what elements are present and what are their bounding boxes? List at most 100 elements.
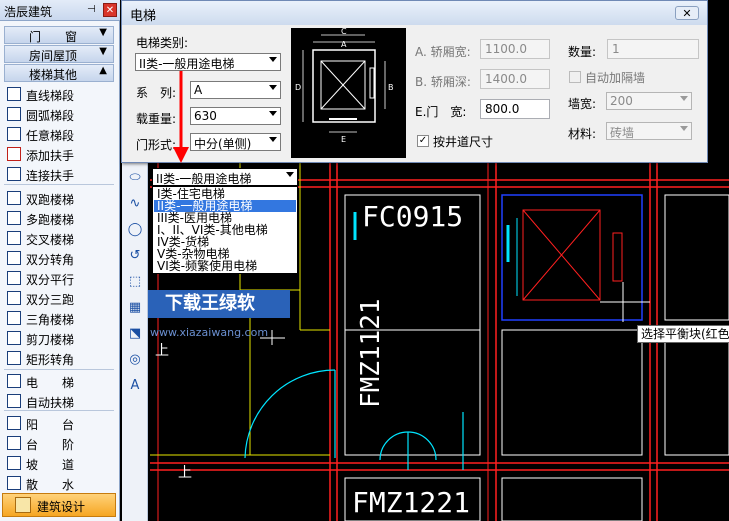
by-shaft-label: 按井道尺寸 — [433, 135, 494, 149]
load-select[interactable]: 630 — [190, 107, 281, 125]
palette-item-items_c-0[interactable]: 电 梯 — [4, 372, 116, 391]
folder-icon — [15, 497, 31, 513]
car-width-input[interactable]: 1100.0 — [480, 39, 550, 59]
select-value: 630 — [194, 109, 217, 123]
category-stairs-other[interactable]: 楼梯其他 ▲ — [4, 64, 114, 82]
input-value: 1 — [612, 42, 620, 56]
tool-icon — [7, 271, 21, 285]
elevator-preview: A C D B E — [291, 28, 406, 158]
select-value: II类-一般用途电梯 — [139, 57, 235, 71]
canvas-tooltip: 选择平衡块(红色) — [637, 325, 729, 343]
palette-item-items_b-5[interactable]: 双分三跑 — [4, 289, 116, 308]
palette-item-items_b-6[interactable]: 三角楼梯 — [4, 309, 116, 328]
auto-wall-label: 自动加隔墙 — [585, 71, 646, 85]
palette-item-label: 交叉楼梯 — [26, 233, 75, 247]
select-value: A — [194, 83, 203, 97]
divider — [4, 184, 114, 185]
tool-icon — [7, 311, 21, 325]
draw-tool-0-icon[interactable]: ⬭ — [127, 170, 143, 186]
draw-tool-1-icon[interactable]: ∿ — [127, 196, 143, 212]
tool-icon — [7, 436, 21, 450]
palette-item-items_d-1[interactable]: 台 阶 — [4, 434, 116, 453]
palette-item-items_b-8[interactable]: 矩形转角 — [4, 349, 116, 368]
elevator-dialog: 电梯 ✕ 电梯类别: II类-一般用途电梯 系 列: A 载重量: 630 门形… — [121, 0, 708, 163]
draw-tool-6-icon[interactable]: ⬔ — [127, 326, 143, 342]
palette-item-label: 双跑楼梯 — [26, 193, 75, 207]
wall-width-select[interactable]: 200 — [606, 92, 692, 110]
car-width-label: A. 轿厢宽: — [415, 45, 471, 59]
watermark: 下载王绿软 — [130, 290, 290, 318]
elevator-type-select[interactable]: II类-一般用途电梯 — [135, 53, 281, 71]
quantity-stepper[interactable]: 1 — [607, 39, 699, 59]
dialog-titlebar[interactable]: 电梯 ✕ — [122, 1, 707, 25]
palette-item-items_a-3[interactable]: 添加扶手 — [4, 145, 116, 164]
category-rooms-roofs[interactable]: 房间屋顶 ▼ — [4, 45, 114, 63]
preview-label-d: D — [295, 83, 301, 92]
chevron-down-icon — [269, 85, 277, 90]
palette-item-items_b-1[interactable]: 多跑楼梯 — [4, 209, 116, 228]
tool-icon — [7, 251, 21, 265]
palette-item-items_a-0[interactable]: 直线梯段 — [4, 85, 116, 104]
palette-item-label: 双分三跑 — [26, 293, 75, 307]
chevron-down-icon — [680, 126, 688, 131]
category-doors-windows[interactable]: 门 窗 ▼ — [4, 26, 114, 44]
palette-item-items_d-2[interactable]: 坡 道 — [4, 454, 116, 473]
draw-tool-2-icon[interactable]: ◯ — [127, 222, 143, 238]
series-select[interactable]: A — [190, 81, 281, 99]
by-shaft-checkbox[interactable]: ✓ — [417, 135, 429, 147]
chevron-down-icon — [269, 111, 277, 116]
tool-icon — [7, 416, 21, 430]
door-width-input[interactable]: 800.0 — [480, 99, 550, 119]
palette-item-items_b-4[interactable]: 双分平行 — [4, 269, 116, 288]
chevron-down-icon — [286, 172, 294, 177]
close-icon[interactable]: ✕ — [675, 6, 699, 20]
elevator-type-label: 电梯类别: — [136, 36, 189, 50]
draw-tool-3-icon[interactable]: ↺ — [127, 248, 143, 264]
door-type-select[interactable]: 中分(单侧) — [190, 133, 281, 151]
cad-label-fmz1121: FMZ1121 — [356, 298, 386, 408]
category-label: 楼梯其他 — [29, 68, 78, 82]
palette-item-label: 阳 台 — [26, 418, 75, 432]
chevron-down-icon — [269, 57, 277, 62]
draw-tool-5-icon[interactable]: ▦ — [127, 300, 143, 316]
tool-icon — [7, 456, 21, 470]
palette-item-items_a-2[interactable]: 任意梯段 — [4, 125, 116, 144]
quantity-label: 数量: — [568, 45, 597, 59]
palette-item-items_c-1[interactable]: 自动扶梯 — [4, 392, 116, 411]
auto-wall-checkbox[interactable] — [569, 71, 581, 83]
wall-width-label: 墙宽: — [568, 97, 597, 111]
tool-icon — [7, 87, 21, 101]
input-value: 1400.0 — [485, 72, 527, 86]
palette-item-items_a-4[interactable]: 连接扶手 — [4, 165, 116, 184]
palette-item-items_d-3[interactable]: 散 水 — [4, 474, 116, 493]
palette-item-label: 添加扶手 — [26, 149, 75, 163]
elevator-type-dropdown[interactable]: II类-一般用途电梯 — [152, 168, 298, 186]
car-depth-input[interactable]: 1400.0 — [480, 69, 550, 89]
palette-item-items_b-2[interactable]: 交叉楼梯 — [4, 229, 116, 248]
chevron-up-icon: ▲ — [99, 65, 107, 76]
palette-item-items_b-0[interactable]: 双跑楼梯 — [4, 189, 116, 208]
dropdown-option[interactable]: VI类-频繁使用电梯 — [154, 260, 296, 272]
draw-tool-8-icon[interactable]: A — [127, 378, 143, 394]
divider — [4, 369, 114, 370]
category-label: 房间屋顶 — [29, 49, 78, 63]
palette-item-items_a-1[interactable]: 圆弧梯段 — [4, 105, 116, 124]
palette-item-label: 坡 道 — [26, 458, 75, 472]
pin-icon[interactable]: ⊣ — [87, 4, 96, 15]
tool-icon — [7, 147, 21, 161]
door-width-label: E.门 宽: — [415, 105, 467, 119]
draw-tool-4-icon[interactable]: ⬚ — [127, 274, 143, 290]
close-icon[interactable]: ✕ — [103, 3, 117, 17]
draw-tool-7-icon[interactable]: ◎ — [127, 352, 143, 368]
preview-label-c: C — [341, 28, 347, 36]
architecture-design-tab[interactable]: 建筑设计 — [2, 493, 116, 517]
material-label: 材料: — [568, 127, 597, 141]
material-select[interactable]: 砖墙 — [606, 122, 692, 140]
cad-label-fc0915: FC0915 — [362, 200, 464, 233]
palette-item-label: 自动扶梯 — [26, 396, 75, 410]
palette-item-items_b-3[interactable]: 双分转角 — [4, 249, 116, 268]
palette-item-items_b-7[interactable]: 剪刀楼梯 — [4, 329, 116, 348]
palette-item-label: 任意梯段 — [26, 129, 75, 143]
palette-item-items_d-0[interactable]: 阳 台 — [4, 414, 116, 433]
tool-icon — [7, 331, 21, 345]
